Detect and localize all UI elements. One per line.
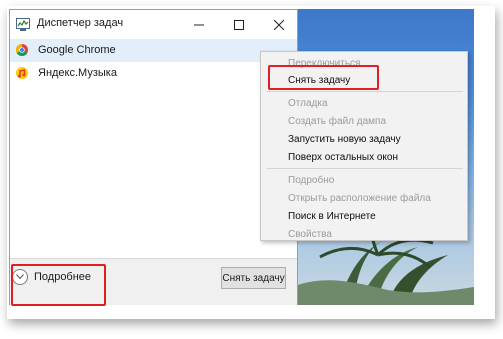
menu-item-open-file-location[interactable]: Открыть расположение файла [288,193,431,204]
menu-item-search-online[interactable]: Поиск в Интернете [288,211,376,222]
task-row-yandex-music[interactable]: Яндекс.Музыка [10,62,297,85]
chrome-icon [16,44,28,56]
menu-item-details[interactable]: Подробно [288,175,334,186]
end-task-button[interactable]: Снять задачу [221,267,286,289]
task-row-chrome[interactable]: Google Chrome [10,39,297,62]
menu-divider [267,168,463,169]
task-name: Яндекс.Музыка [38,67,117,79]
task-manager-window: Диспетчер задач Google Chrome Яндекс.Муз… [9,9,298,305]
menu-item-properties[interactable]: Свойства [288,229,332,240]
menu-divider [267,91,463,92]
minimize-icon [194,24,204,26]
highlight-more-details [11,264,106,306]
minimize-button[interactable] [179,10,219,40]
menu-item-create-dump[interactable]: Создать файл дампа [288,116,386,127]
title-bar[interactable]: Диспетчер задач [10,10,297,40]
highlight-end-task [268,65,379,90]
close-button[interactable] [259,10,299,40]
menu-item-run-new-task[interactable]: Запустить новую задачу [288,134,401,145]
yandex-music-icon [16,67,28,79]
task-manager-icon [16,18,30,31]
window-title: Диспетчер задач [37,17,124,29]
task-name: Google Chrome [38,44,116,56]
menu-item-debug[interactable]: Отладка [288,98,328,109]
close-icon [274,20,284,30]
menu-item-always-on-top[interactable]: Поверх остальных окон [288,152,398,163]
maximize-button[interactable] [219,10,259,40]
maximize-icon [234,20,244,30]
